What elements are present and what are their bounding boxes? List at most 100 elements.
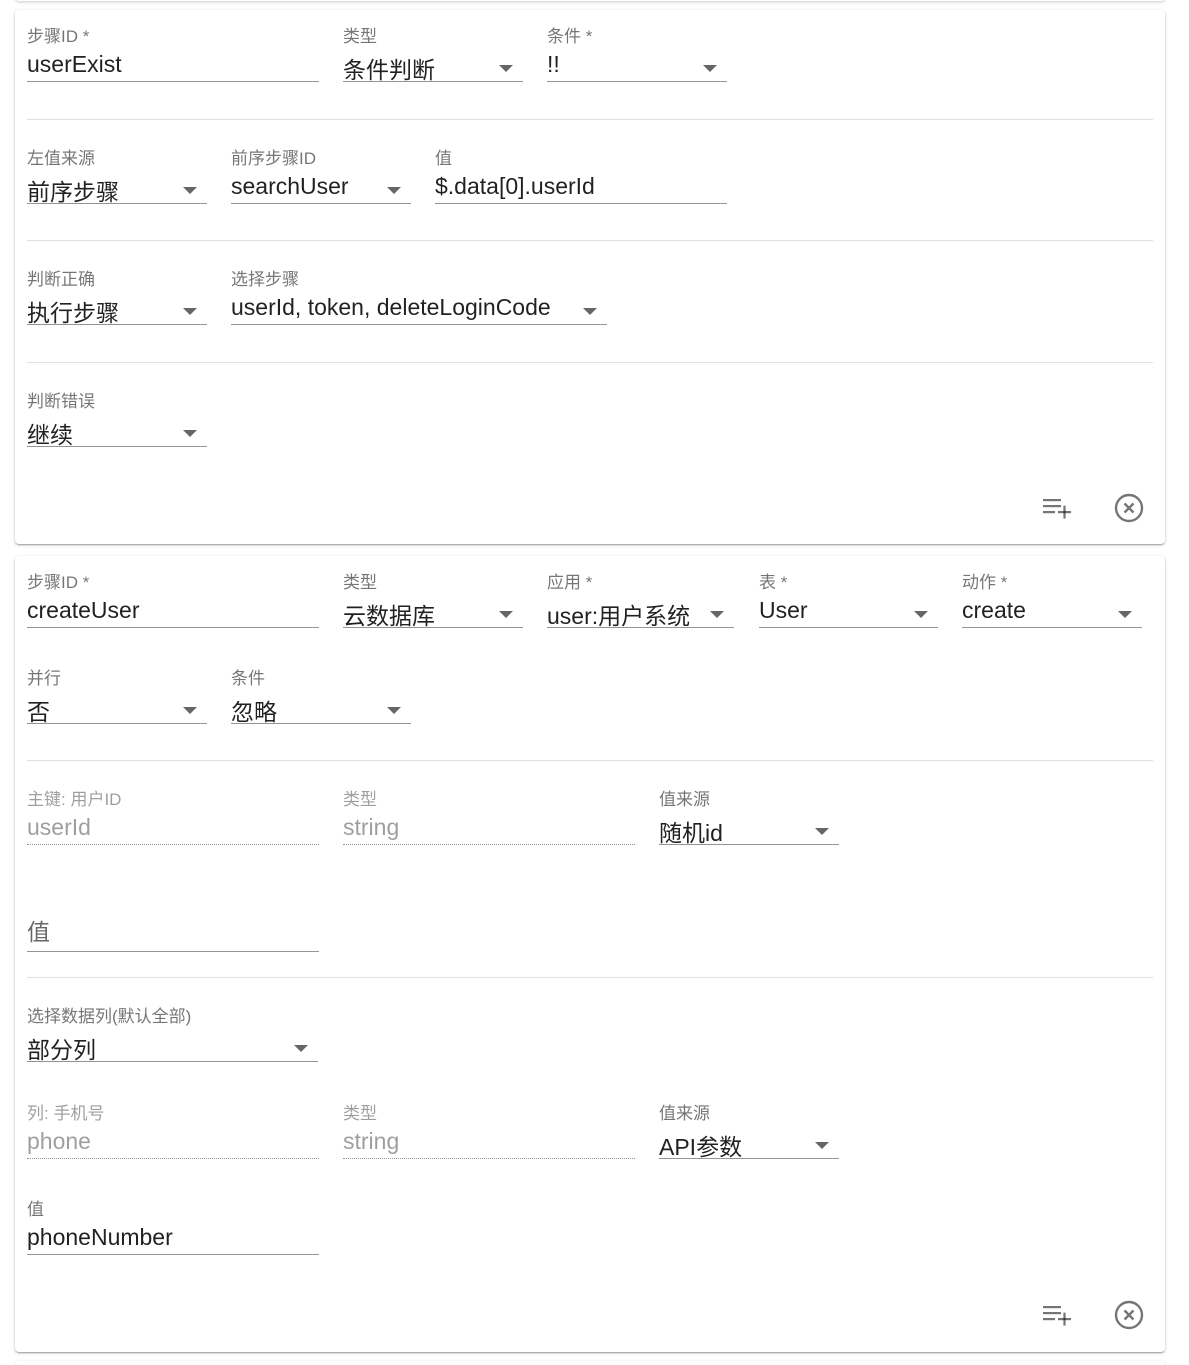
step-type-value: 云数据库 [343, 603, 435, 629]
condition-value: !! [547, 51, 560, 77]
underline [27, 723, 207, 724]
primary-key-value-input[interactable]: 值 [27, 892, 319, 952]
primary-key-field: 主键: 用户ID userId [27, 785, 319, 845]
underline [343, 1158, 635, 1159]
action-select[interactable]: 动作 * create [962, 568, 1142, 628]
dropdown-arrow-icon [183, 430, 197, 437]
condition-label: 条件 * [547, 27, 593, 46]
column-phone-source-value: API参数 [659, 1134, 743, 1160]
prev-step-id-label: 前序步骤ID [231, 149, 316, 168]
next-card-edge [15, 1361, 1165, 1365]
on-true-select[interactable]: 判断正确 执行步骤 [27, 265, 207, 326]
condition-select[interactable]: 条件 忽略 [231, 664, 411, 725]
column-phone-type-field: 类型 string [343, 1099, 635, 1159]
prev-step-id-value: searchUser [231, 173, 349, 199]
dropdown-arrow-icon [183, 707, 197, 714]
underline [27, 81, 319, 82]
divider [27, 362, 1153, 363]
underline [659, 1158, 839, 1159]
value-placeholder: 值 [27, 919, 50, 945]
underline [231, 723, 411, 724]
column-phone-value-input[interactable]: 值 phoneNumber [27, 1195, 319, 1255]
column-phone-type-label: 类型 [343, 1104, 377, 1123]
prev-step-id-select[interactable]: 前序步骤ID searchUser [231, 144, 411, 204]
dropdown-arrow-icon [387, 187, 401, 194]
value-label: 值 [435, 149, 452, 168]
step-id-value[interactable]: createUser [27, 597, 139, 624]
step-id-label: 步骤ID * [27, 573, 90, 592]
primary-key-source-label: 值来源 [659, 790, 710, 809]
step-id-field[interactable]: 步骤ID * createUser [27, 568, 319, 628]
dropdown-arrow-icon [710, 611, 724, 618]
playlist-add-icon[interactable] [1039, 1297, 1075, 1333]
previous-card-edge [15, 0, 1165, 1]
action-value: create [962, 597, 1026, 623]
underline [343, 627, 523, 628]
primary-key-type-label: 类型 [343, 790, 377, 809]
table-label: 表 * [759, 573, 788, 592]
primary-key-type-value: string [343, 814, 400, 840]
condition-select[interactable]: 条件 * !! [547, 22, 727, 82]
on-false-select[interactable]: 判断错误 继续 [27, 387, 207, 448]
app-label: 应用 * [547, 573, 593, 592]
column-phone-field: 列: 手机号 phone [27, 1099, 319, 1159]
underline [759, 627, 938, 628]
app-select[interactable]: 应用 * user:用户系统 [547, 568, 734, 629]
column-phone-label: 列: 手机号 [27, 1104, 105, 1123]
close-circle-icon[interactable] [1111, 1297, 1147, 1333]
parallel-label: 并行 [27, 669, 61, 688]
step-type-label: 类型 [343, 573, 377, 592]
dropdown-arrow-icon [499, 65, 513, 72]
left-value-source-select[interactable]: 左值来源 前序步骤 [27, 144, 207, 205]
column-phone-value: phone [27, 1128, 91, 1154]
underline [27, 203, 207, 204]
underline [27, 951, 319, 952]
underline [343, 81, 523, 82]
step-type-select[interactable]: 类型 云数据库 [343, 568, 523, 629]
underline [231, 203, 411, 204]
underline [27, 844, 319, 845]
column-phone-source-select[interactable]: 值来源 API参数 [659, 1099, 839, 1160]
app-value: user:用户系统 [547, 603, 691, 629]
underline [27, 324, 207, 325]
value-path-input[interactable]: 值 $.data[0].userId [435, 144, 727, 204]
value-text[interactable]: $.data[0].userId [435, 173, 595, 200]
left-value-source-value: 前序步骤 [27, 179, 119, 205]
dropdown-arrow-icon [583, 308, 597, 315]
underline [27, 446, 207, 447]
column-phone-value-text[interactable]: phoneNumber [27, 1224, 173, 1251]
step-id-field[interactable]: 步骤ID * userExist [27, 22, 319, 82]
dropdown-arrow-icon [914, 611, 928, 618]
primary-key-type-field: 类型 string [343, 785, 635, 845]
columns-select-value: 部分列 [27, 1037, 96, 1063]
underline [27, 627, 319, 628]
condition-label: 条件 [231, 669, 265, 688]
underline [547, 81, 727, 82]
close-circle-icon[interactable] [1111, 490, 1147, 526]
step-id-value[interactable]: userExist [27, 51, 122, 78]
on-true-label: 判断正确 [27, 270, 95, 289]
column-phone-type-value: string [343, 1128, 400, 1154]
table-select[interactable]: 表 * User [759, 568, 938, 628]
primary-key-source-select[interactable]: 值来源 随机id [659, 785, 839, 846]
primary-key-value: userId [27, 814, 91, 840]
divider [27, 240, 1153, 241]
step-type-select[interactable]: 类型 条件判断 [343, 22, 523, 83]
underline [343, 844, 635, 845]
dropdown-arrow-icon [815, 1142, 829, 1149]
dropdown-arrow-icon [703, 65, 717, 72]
parallel-select[interactable]: 并行 否 [27, 664, 207, 725]
playlist-add-icon[interactable] [1039, 490, 1075, 526]
on-false-label: 判断错误 [27, 392, 95, 411]
primary-key-source-value: 随机id [659, 820, 723, 846]
select-steps-select[interactable]: 选择步骤 userId, token, deleteLoginCode [231, 265, 607, 325]
left-value-source-label: 左值来源 [27, 149, 95, 168]
dropdown-arrow-icon [815, 828, 829, 835]
columns-select[interactable]: 选择数据列(默认全部) 部分列 [27, 1002, 318, 1063]
step-id-label: 步骤ID * [27, 27, 90, 46]
underline [27, 1061, 318, 1062]
table-value: User [759, 597, 808, 623]
column-phone-source-label: 值来源 [659, 1104, 710, 1123]
step-card-condition: 步骤ID * userExist 类型 条件判断 条件 * !! 左值来源 前序… [15, 10, 1165, 544]
underline [962, 627, 1142, 628]
